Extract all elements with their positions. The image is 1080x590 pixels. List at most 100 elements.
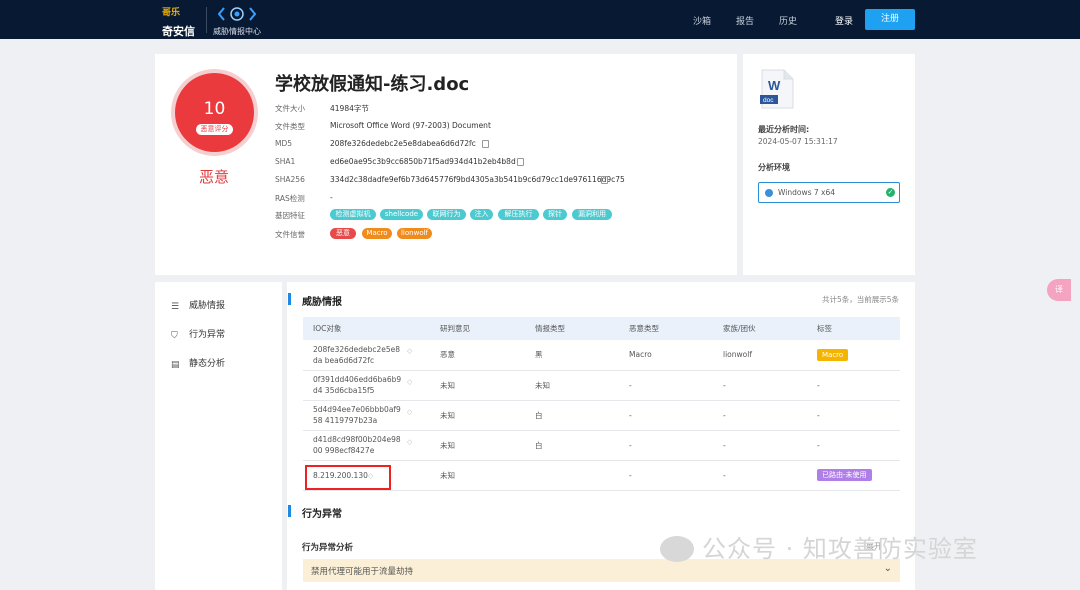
ioc-value[interactable]: d41d8cd98f00b204e9800 998ecf8427e [313, 434, 403, 456]
col-opinion[interactable]: 研判意见 [430, 317, 525, 340]
table-row[interactable]: 0f391dd406edd6ba6b9d4 35d6cba15f5 ◇ 未知 未知… [303, 370, 900, 401]
nav-sandbox[interactable]: 沙箱 [693, 14, 711, 27]
ioc-value[interactable]: 5d4d94ee7e06bbb0af958 4119797b23a [313, 404, 403, 426]
section-accent-bar [288, 293, 291, 305]
threat-intel-count: 共计5条，当前展示5条 [822, 295, 900, 304]
family-cell: - [713, 430, 807, 461]
analysis-env-label: 分析环境 [758, 163, 790, 172]
watermark: 公众号 · 知攻善防实验室 [660, 529, 978, 564]
wechat-icon [660, 536, 694, 562]
attr-label-reputation: 文件信誉 [275, 230, 305, 239]
ioc-value[interactable]: 0f391dd406edd6ba6b9d4 35d6cba15f5 [313, 374, 403, 396]
reputation-tag-family[interactable]: lionwolf [397, 228, 432, 239]
brand-mark: 哥乐 [162, 8, 181, 18]
brand-name: 奇安信 [162, 25, 195, 38]
ioc-table: IOC对象 研判意见 情报类型 恶意类型 家族/团伙 标签 208fe326de… [303, 317, 900, 491]
shield-icon: ⛉ [171, 331, 178, 341]
score-circle: 10 恶意评分 [175, 73, 254, 152]
table-header-row: IOC对象 研判意见 情报类型 恶意类型 家族/团伙 标签 [303, 317, 900, 340]
sha1-shield-icon[interactable]: ◇ [503, 157, 510, 165]
ioc-shield-icon[interactable]: ◇ [407, 378, 414, 386]
col-type[interactable]: 情报类型 [525, 317, 619, 340]
gene-tag[interactable]: 探针 [543, 209, 567, 220]
attr-label-gene: 基因特征 [275, 211, 305, 220]
table-row[interactable]: 208fe326dedebc2e5e8da bea6d6d72fc ◇ 恶意 黑 … [303, 340, 900, 371]
sidebar-item-behavior[interactable]: ⛉ 行为异常 [171, 327, 225, 341]
doc-icon-ext: doc [763, 97, 774, 104]
ioc-value[interactable]: 208fe326dedebc2e5e8da bea6d6d72fc [313, 344, 403, 366]
mal-type-cell: Macro [619, 340, 713, 371]
row-tag[interactable]: 已路由-未使用 [817, 469, 872, 481]
gene-tag[interactable]: shellcode [380, 209, 423, 220]
type-cell: 未知 [525, 370, 619, 401]
table-row[interactable]: 8.219.200.130 ◇ 未知 - - 已路由-未使用 [303, 460, 900, 491]
mal-type-cell: - [619, 400, 713, 431]
col-tag[interactable]: 标签 [807, 317, 900, 340]
threat-intel-center-label: 威胁情报中心 [213, 27, 261, 36]
ioc-shield-icon[interactable]: ◇ [407, 438, 414, 446]
sha256-copy-icon[interactable] [601, 176, 608, 184]
tag-cell: - [807, 430, 900, 461]
table-row[interactable]: 5d4d94ee7e06bbb0af958 4119797b23a ◇ 未知 白 … [303, 400, 900, 431]
ioc-shield-icon[interactable]: ◇ [407, 347, 414, 355]
col-mal-type[interactable]: 恶意类型 [619, 317, 713, 340]
md5-copy-icon[interactable] [482, 140, 489, 148]
qianxin-logo[interactable]: 哥乐 奇安信 [162, 5, 200, 38]
table-row[interactable]: d41d8cd98f00b204e9800 998ecf8427e ◇ 未知 白 … [303, 430, 900, 461]
static-analysis-icon: ▤ [171, 360, 180, 370]
gene-tag[interactable]: 检测虚拟机 [330, 209, 376, 220]
gene-tag[interactable]: 联网行为 [427, 209, 466, 220]
document-list-icon: ☰ [171, 302, 180, 312]
translate-float-button[interactable]: 译 [1047, 279, 1071, 301]
gene-tag[interactable]: 漏洞利用 [572, 209, 612, 220]
score-badge: 恶意评分 [196, 124, 233, 135]
row-tag[interactable]: Macro [817, 348, 849, 361]
mal-type-cell: - [619, 370, 713, 401]
attr-value-size: 41984字节 [330, 104, 369, 113]
reputation-tag-macro[interactable]: Macro [362, 228, 392, 239]
sidebar-item-label: 行为异常 [189, 330, 226, 340]
doc-icon-letter: W [768, 78, 781, 93]
section-accent-bar [288, 505, 291, 517]
family-cell: - [713, 400, 807, 431]
sidebar-item-threat-intel[interactable]: ☰ 威胁情报 [171, 298, 225, 312]
opinion-cell: 恶意 [430, 340, 525, 371]
nav-history[interactable]: 历史 [779, 14, 797, 27]
attr-label-type: 文件类型 [275, 122, 305, 131]
col-ioc[interactable]: IOC对象 [303, 317, 430, 340]
col-family[interactable]: 家族/团伙 [713, 317, 807, 340]
type-cell [525, 460, 619, 491]
opinion-cell: 未知 [430, 460, 525, 491]
gene-tag[interactable]: 注入 [470, 209, 493, 220]
chevron-down-icon[interactable]: ⌄ [884, 563, 892, 574]
sidebar-item-static[interactable]: ▤ 静态分析 [171, 356, 225, 370]
ioc-highlight-box [305, 465, 391, 490]
mal-type-cell: - [619, 430, 713, 461]
login-link[interactable]: 登录 [835, 14, 853, 27]
attr-value-md5: 208fe326dedebc2e5e8dabea6d6d72fc [330, 139, 476, 148]
watermark-text: 公众号 · 知攻善防实验室 [702, 535, 978, 563]
gene-tag[interactable]: 解压执行 [498, 209, 539, 220]
verdict-label: 恶意 [199, 168, 230, 186]
score-value: 10 [203, 99, 226, 119]
sha1-copy-icon[interactable] [517, 158, 524, 166]
threat-intel-icon [218, 7, 256, 21]
behavior-item-text: 禁用代理可能用于流量劫持 [311, 567, 414, 577]
threat-intel-title: 威胁情报 [302, 297, 342, 308]
md5-shield-icon[interactable]: ◇ [467, 139, 474, 147]
register-button[interactable]: 注册 [865, 9, 915, 30]
attr-label-size: 文件大小 [275, 104, 305, 113]
attr-label-md5: MD5 [275, 139, 293, 148]
nav-report[interactable]: 报告 [736, 14, 754, 27]
mal-type-cell: - [619, 460, 713, 491]
analysis-env-option[interactable]: Windows 7 x64 ✓ [758, 182, 900, 203]
family-cell: - [713, 370, 807, 401]
ioc-shield-icon[interactable]: ◇ [407, 408, 414, 416]
family-cell: lionwolf [713, 340, 807, 371]
attr-label-sha256: SHA256 [275, 175, 305, 184]
family-cell: - [713, 460, 807, 491]
attr-value-sha256: 334d2c38dadfe9ef6b73d645776f9bd4305a3b54… [330, 175, 625, 184]
reputation-tag-malicious[interactable]: 恶意 [330, 228, 356, 239]
attr-label-ras: RAS检测 [275, 194, 305, 203]
opinion-cell: 未知 [430, 370, 525, 401]
